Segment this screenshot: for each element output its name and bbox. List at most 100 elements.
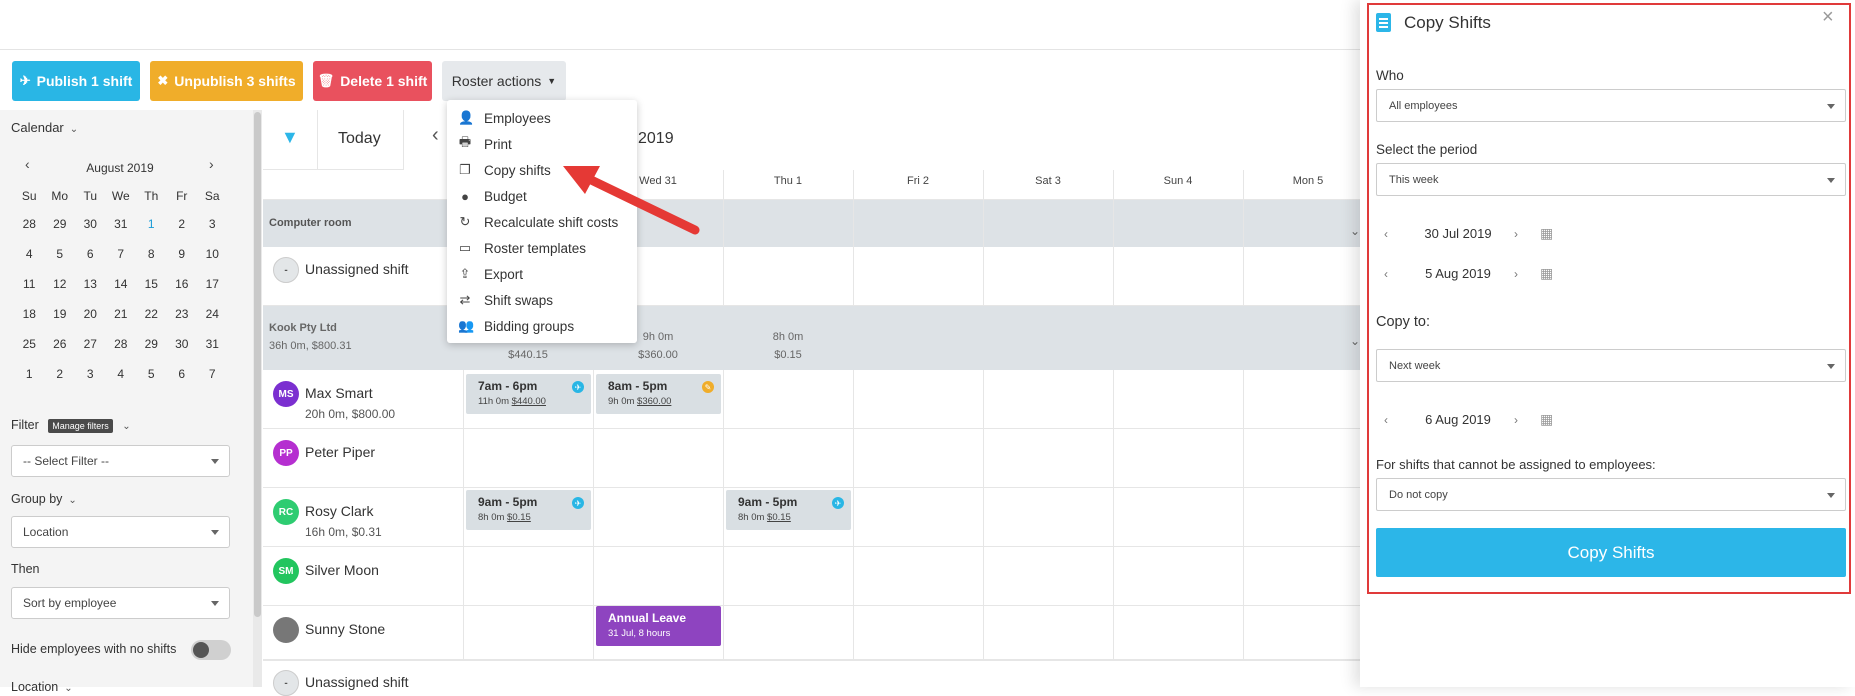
filter-select[interactable]: -- Select Filter -- bbox=[11, 445, 230, 477]
calendar-day[interactable]: 23 bbox=[167, 299, 198, 329]
calendar-day[interactable]: 17 bbox=[197, 269, 228, 299]
calendar-day[interactable]: 7 bbox=[197, 359, 228, 389]
who-select[interactable]: All employees bbox=[1376, 89, 1846, 122]
shift-card[interactable]: 9am - 5pm 8h 0m $0.15 ✈ bbox=[726, 490, 851, 530]
calendar-day[interactable]: 21 bbox=[106, 299, 137, 329]
chevron-down-icon[interactable]: ⌄ bbox=[1350, 334, 1360, 348]
calendar-day[interactable]: 28 bbox=[106, 329, 137, 359]
chevron-right-icon[interactable]: › bbox=[1508, 412, 1524, 428]
calendar-day[interactable]: 10 bbox=[197, 239, 228, 269]
employee-name[interactable]: Silver Moon bbox=[305, 562, 379, 578]
unpublish-button[interactable]: ✖ Unpublish 3 shifts bbox=[150, 61, 303, 101]
calendar-day[interactable]: 9 bbox=[167, 239, 198, 269]
chevron-right-icon[interactable]: › bbox=[1508, 266, 1524, 282]
chevron-left-icon[interactable]: ‹ bbox=[1378, 412, 1394, 428]
calendar-day[interactable]: 15 bbox=[136, 269, 167, 299]
chevron-left-icon[interactable]: ‹ bbox=[1378, 266, 1394, 282]
hide-employees-toggle[interactable] bbox=[191, 640, 231, 660]
calendar-day[interactable]: 3 bbox=[75, 359, 106, 389]
period-select[interactable]: This week bbox=[1376, 163, 1846, 196]
calendar-day[interactable]: 20 bbox=[75, 299, 106, 329]
calendar-day[interactable]: 18 bbox=[14, 299, 45, 329]
shift-card[interactable]: 7am - 6pm 11h 0m $440.00 ✈ bbox=[466, 374, 591, 414]
calendar-day[interactable]: 2 bbox=[167, 209, 198, 239]
calendar-day[interactable]: 6 bbox=[75, 239, 106, 269]
calendar-day[interactable]: 2 bbox=[45, 359, 76, 389]
menu-item-shift-swaps[interactable]: ⇄ Shift swaps bbox=[458, 289, 553, 311]
today-button[interactable]: Today bbox=[318, 110, 404, 170]
calendar-day[interactable]: 29 bbox=[136, 329, 167, 359]
calendar-day[interactable]: 16 bbox=[167, 269, 198, 299]
calendar-day[interactable]: 22 bbox=[136, 299, 167, 329]
scrollbar-thumb[interactable] bbox=[254, 112, 261, 617]
shift-card[interactable]: 9am - 5pm 8h 0m $0.15 ✈ bbox=[466, 490, 591, 530]
employee-name[interactable]: Rosy Clark bbox=[305, 503, 373, 519]
sidebar-scrollbar[interactable] bbox=[253, 110, 262, 687]
shift-cost[interactable]: $440.00 bbox=[512, 396, 546, 407]
publish-button[interactable]: ✈ Publish 1 shift bbox=[12, 61, 140, 101]
shift-card[interactable]: 8am - 5pm 9h 0m $360.00 ✎ bbox=[596, 374, 721, 414]
calendar-day[interactable]: 4 bbox=[14, 239, 45, 269]
calendar-day[interactable]: 12 bbox=[45, 269, 76, 299]
calendar-day[interactable]: 30 bbox=[75, 209, 106, 239]
calendar-day[interactable]: 27 bbox=[75, 329, 106, 359]
calendar-day[interactable]: 8 bbox=[136, 239, 167, 269]
calendar-day[interactable]: 25 bbox=[14, 329, 45, 359]
group-by-select[interactable]: Location bbox=[11, 516, 230, 548]
shift-cost[interactable]: $360.00 bbox=[637, 396, 671, 407]
unassignable-select[interactable]: Do not copy bbox=[1376, 478, 1846, 511]
calendar-day[interactable]: 30 bbox=[167, 329, 198, 359]
calendar-day[interactable]: 6 bbox=[167, 359, 198, 389]
copy-shifts-button[interactable]: Copy Shifts bbox=[1376, 528, 1846, 577]
calendar-day[interactable]: 28 bbox=[14, 209, 45, 239]
calendar-icon[interactable]: ▦ bbox=[1540, 225, 1553, 242]
menu-item-roster-templates[interactable]: ▭ Roster templates bbox=[458, 237, 586, 259]
shift-cost[interactable]: $0.15 bbox=[507, 512, 531, 523]
calendar-day[interactable]: 3 bbox=[197, 209, 228, 239]
leave-card[interactable]: Annual Leave 31 Jul, 8 hours bbox=[596, 606, 721, 646]
copy-to-select[interactable]: Next week bbox=[1376, 349, 1846, 382]
employee-name[interactable]: Peter Piper bbox=[305, 444, 375, 460]
calendar-day[interactable]: 11 bbox=[14, 269, 45, 299]
calendar-toggle[interactable]: Calendar ⌄ bbox=[11, 120, 78, 135]
calendar-day[interactable]: 1 bbox=[136, 209, 167, 239]
shift-cost[interactable]: $0.15 bbox=[767, 512, 791, 523]
menu-item-employees[interactable]: 👤 Employees bbox=[458, 107, 551, 129]
calendar-day[interactable]: 7 bbox=[106, 239, 137, 269]
calendar-day[interactable]: 4 bbox=[106, 359, 137, 389]
calendar-day[interactable]: 31 bbox=[106, 209, 137, 239]
close-icon[interactable]: × bbox=[1822, 6, 1834, 29]
menu-item-copy-shifts[interactable]: ❐ Copy shifts bbox=[458, 159, 551, 181]
employee-name[interactable]: Max Smart bbox=[305, 385, 373, 401]
calendar-icon[interactable]: ▦ bbox=[1540, 411, 1553, 428]
menu-item-export[interactable]: ⇪ Export bbox=[458, 263, 523, 285]
manage-filters-button[interactable]: Manage filters bbox=[48, 418, 113, 433]
filter-button[interactable]: ▼ bbox=[263, 110, 318, 170]
calendar-icon[interactable]: ▦ bbox=[1540, 265, 1553, 282]
then-select[interactable]: Sort by employee bbox=[11, 587, 230, 619]
delete-button[interactable]: 🗑 Delete 1 shift bbox=[313, 61, 432, 101]
grid-divider bbox=[723, 170, 724, 200]
calendar-day[interactable]: 1 bbox=[14, 359, 45, 389]
prev-week-button[interactable]: ‹ bbox=[432, 124, 439, 147]
calendar-day[interactable]: 13 bbox=[75, 269, 106, 299]
calendar-day[interactable]: 5 bbox=[45, 239, 76, 269]
menu-item-bidding-groups[interactable]: 👥 Bidding groups bbox=[458, 315, 574, 337]
edited-icon: ✎ bbox=[702, 381, 714, 393]
calendar-day[interactable]: 29 bbox=[45, 209, 76, 239]
roster-actions-button[interactable]: Roster actions ▼ bbox=[442, 61, 566, 101]
next-month-button[interactable]: › bbox=[209, 156, 214, 172]
calendar-day[interactable]: 5 bbox=[136, 359, 167, 389]
prev-month-button[interactable]: ‹ bbox=[25, 156, 30, 172]
employee-name[interactable]: Sunny Stone bbox=[305, 621, 385, 637]
menu-item-print[interactable]: 🖶 Print bbox=[458, 133, 512, 155]
chevron-down-icon[interactable]: ⌄ bbox=[1350, 224, 1360, 238]
chevron-right-icon[interactable]: › bbox=[1508, 226, 1524, 242]
chevron-left-icon[interactable]: ‹ bbox=[1378, 226, 1394, 242]
calendar-day[interactable]: 24 bbox=[197, 299, 228, 329]
calendar-day[interactable]: 19 bbox=[45, 299, 76, 329]
menu-item-budget[interactable]: ● Budget bbox=[458, 185, 527, 207]
calendar-day[interactable]: 31 bbox=[197, 329, 228, 359]
calendar-day[interactable]: 26 bbox=[45, 329, 76, 359]
calendar-day[interactable]: 14 bbox=[106, 269, 137, 299]
